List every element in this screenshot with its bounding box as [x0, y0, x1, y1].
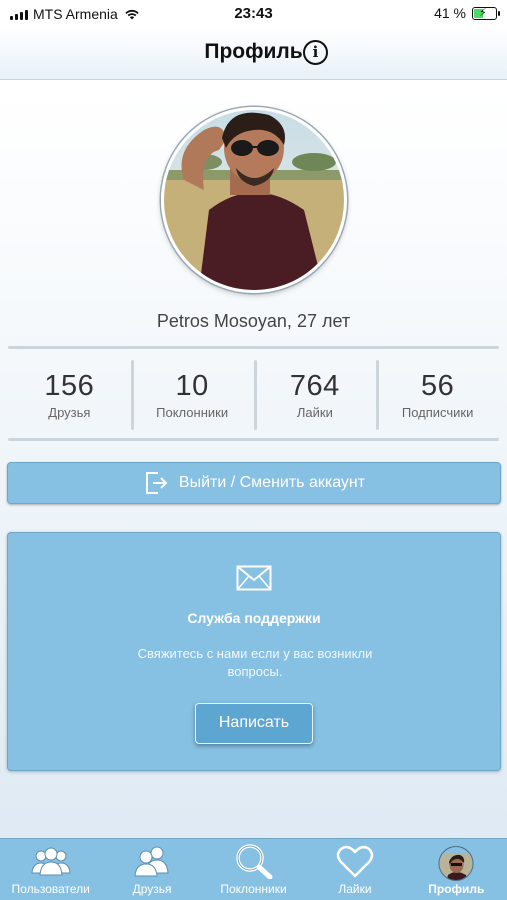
battery-icon: ⚡ — [472, 6, 500, 20]
profile-avatar[interactable] — [161, 107, 347, 293]
tab-users[interactable]: Пользователи — [0, 839, 101, 900]
tab-label: Профиль — [428, 882, 485, 896]
stat-label: Поклонники — [156, 405, 229, 420]
nav-bar: Профиль i — [0, 28, 507, 80]
write-button[interactable]: Написать — [195, 703, 313, 744]
stats-top-divider — [8, 346, 499, 349]
status-bar: MTS Armenia 23:43 41 % ⚡ — [0, 0, 507, 28]
stat-label: Друзья — [48, 405, 91, 420]
page-title: Профиль — [204, 40, 303, 63]
stat-subscribers[interactable]: 56 Подписчики — [376, 360, 499, 432]
stat-value: 764 — [289, 370, 340, 402]
stat-value: 156 — [44, 370, 95, 402]
stat-label: Лайки — [296, 405, 333, 420]
heart-icon — [336, 845, 374, 878]
info-icon[interactable]: i — [303, 40, 328, 65]
stats-row: 156 Друзья 10 Поклонники 764 Лайки 56 По… — [8, 360, 499, 432]
logout-label: Выйти / Сменить аккаунт — [178, 474, 366, 491]
status-right: 41 % ⚡ — [434, 5, 500, 21]
profile-photo — [164, 110, 344, 290]
charging-bolt-icon: ⚡ — [479, 6, 487, 19]
tab-profile[interactable]: Профиль — [406, 839, 507, 900]
tab-friends[interactable]: Друзья — [101, 839, 202, 900]
tab-label: Лайки — [338, 882, 372, 896]
friends-icon — [134, 846, 169, 877]
users-icon — [31, 847, 71, 876]
tab-label: Друзья — [132, 882, 172, 896]
tab-bar: Пользователи Друзья Поклонники Лайки Про… — [0, 838, 507, 900]
tab-label: Пользователи — [11, 882, 90, 896]
battery-percent: 41 % — [434, 5, 466, 21]
logout-button[interactable]: Выйти / Сменить аккаунт — [7, 462, 501, 504]
stats-bottom-divider — [8, 438, 499, 441]
support-title: Служба поддержки — [187, 610, 321, 626]
search-icon — [235, 844, 273, 879]
logout-icon — [145, 472, 168, 494]
stat-likes[interactable]: 764 Лайки — [253, 360, 377, 432]
tab-likes[interactable]: Лайки — [304, 839, 405, 900]
stat-value: 56 — [420, 370, 455, 402]
status-time: 23:43 — [234, 5, 273, 22]
stat-value: 10 — [175, 370, 209, 402]
tab-label: Поклонники — [220, 882, 287, 896]
stat-label: Подписчики — [401, 405, 474, 420]
tab-fans[interactable]: Поклонники — [203, 839, 304, 900]
stat-fans[interactable]: 10 Поклонники — [130, 360, 254, 432]
mail-icon — [236, 565, 272, 591]
profile-tab-avatar — [438, 846, 474, 881]
support-card: Служба поддержки Свяжитесь с нами если у… — [7, 532, 501, 771]
profile-name: Petros Mosoyan, 27 лет — [156, 311, 351, 331]
stat-friends[interactable]: 156 Друзья — [8, 360, 131, 432]
support-text: Свяжитесь с нами если у вас возникли воп… — [137, 646, 373, 679]
